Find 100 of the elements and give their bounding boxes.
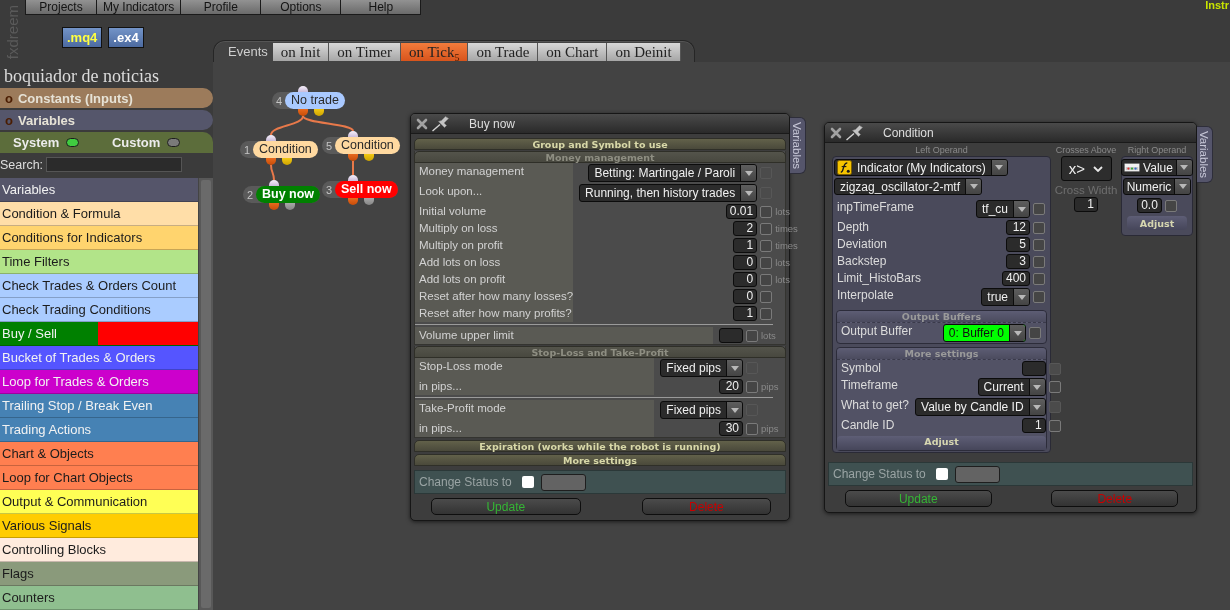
number-field[interactable]: 0 [733, 272, 758, 287]
number-field[interactable]: 12 [1006, 220, 1030, 235]
menu-item[interactable]: Profile [181, 0, 262, 15]
category-item[interactable]: Time Filters [0, 250, 198, 274]
event-tab[interactable]: on Init [272, 42, 330, 61]
checkbox[interactable] [746, 329, 758, 342]
dropdown[interactable]: true [981, 288, 1030, 306]
dropdown[interactable]: Indicator (My Indicators) [834, 159, 1008, 176]
checkbox[interactable] [760, 256, 773, 269]
event-tab[interactable]: on Tick$_{5}$ [400, 42, 469, 61]
event-tab[interactable]: on Timer [329, 42, 401, 61]
side-tab[interactable]: Variables [1197, 126, 1213, 184]
file-type-button[interactable]: .mq4 [62, 27, 103, 48]
checkbox[interactable] [746, 380, 758, 393]
checkbox[interactable] [760, 205, 773, 218]
update-button[interactable]: Update [845, 490, 992, 507]
text-field[interactable] [541, 473, 586, 491]
event-tab[interactable]: on Deinit [607, 42, 681, 61]
number-field[interactable]: 1 [1021, 418, 1046, 433]
toggle-switch[interactable] [66, 138, 79, 147]
collapsible-panel[interactable]: o Constants (Inputs) [0, 88, 213, 108]
checkbox[interactable] [1033, 203, 1045, 215]
number-field[interactable]: 0.01 [725, 204, 758, 219]
category-item[interactable]: Various Signals [0, 514, 198, 538]
category-item[interactable]: Loop for Trades & Orders [0, 370, 198, 394]
menu-item[interactable]: Projects [25, 0, 97, 15]
checkbox[interactable] [1033, 221, 1045, 234]
logic-block[interactable]: 3 Sell now [322, 181, 398, 198]
text-field[interactable] [1021, 361, 1046, 376]
close-icon[interactable] [416, 117, 428, 130]
checkbox[interactable] [936, 468, 948, 480]
text-field[interactable] [955, 465, 1000, 483]
menu-item[interactable]: Help [341, 0, 422, 15]
menu-item[interactable]: Options [261, 0, 342, 15]
dropdown[interactable]: Value by Candle ID [915, 398, 1046, 416]
section-header[interactable]: Group and Symbol to use [414, 138, 786, 150]
category-item[interactable]: Output & Communication [0, 490, 198, 514]
dropdown[interactable]: Fixed pips [660, 359, 743, 377]
checkbox[interactable] [1048, 419, 1061, 432]
section-header[interactable]: More settings [414, 454, 786, 466]
number-field[interactable]: 20 [719, 379, 743, 394]
file-type-button[interactable]: .ex4 [108, 27, 144, 48]
number-field[interactable]: 400 [1001, 271, 1030, 286]
category-item[interactable]: Variables [0, 178, 198, 202]
close-icon[interactable] [830, 126, 842, 139]
checkbox[interactable] [760, 290, 773, 303]
category-item[interactable]: Conditions for Indicators [0, 226, 198, 250]
dropdown[interactable]: Value [1121, 159, 1193, 176]
menu-item[interactable]: My Indicators [97, 0, 182, 15]
number-field[interactable]: 3 [1006, 254, 1030, 269]
event-tab[interactable]: on Chart [538, 42, 608, 61]
category-item[interactable]: Buy / Sell [0, 322, 198, 346]
number-field[interactable]: 5 [1006, 237, 1030, 252]
adjust-button[interactable]: Adjust [1127, 216, 1187, 230]
dropdown[interactable]: Current [977, 378, 1046, 396]
number-field[interactable]: 2 [733, 221, 758, 236]
logic-block[interactable]: 1 Condition [240, 141, 318, 158]
event-tab[interactable]: on Trade [468, 42, 539, 61]
category-item[interactable]: Loop for Chart Objects [0, 466, 198, 490]
number-field[interactable]: 30 [719, 421, 743, 436]
category-item[interactable]: Check Trades & Orders Count [0, 274, 198, 298]
number-field[interactable]: 0 [733, 255, 758, 270]
category-item[interactable]: Controlling Blocks [0, 538, 198, 562]
category-item[interactable]: Flags [0, 562, 198, 586]
section-header[interactable]: Expiration (works while the robot is running) [414, 440, 786, 452]
category-item[interactable]: Trading Actions [0, 418, 198, 442]
number-field[interactable] [719, 328, 743, 343]
side-tab[interactable]: Variables [790, 117, 806, 175]
category-item[interactable]: Counters [0, 586, 198, 610]
update-button[interactable]: Update [431, 498, 581, 515]
category-item[interactable]: Trailing Stop / Break Even [0, 394, 198, 418]
dropdown[interactable]: zigzag_oscillator-2-mtf [834, 178, 983, 195]
number-field[interactable]: 0.0 [1137, 198, 1162, 213]
checkbox[interactable] [760, 222, 773, 235]
checkbox[interactable] [760, 273, 773, 286]
number-field[interactable]: 1 [733, 238, 758, 253]
checkbox[interactable] [760, 239, 773, 252]
checkbox[interactable] [1164, 199, 1177, 212]
dropdown[interactable]: tf_cu [976, 200, 1030, 218]
checkbox[interactable] [522, 476, 534, 488]
dropdown[interactable]: Fixed pips [660, 401, 743, 419]
collapsible-panel[interactable]: o Variables [0, 110, 213, 130]
logic-block[interactable]: 2 Buy now [243, 186, 321, 203]
checkbox[interactable] [760, 307, 773, 320]
logic-block[interactable]: 5 Condition [322, 137, 400, 154]
checkbox[interactable] [1033, 255, 1045, 268]
toggle-switch[interactable] [167, 138, 180, 147]
category-item[interactable]: Check Trading Conditions [0, 298, 198, 322]
number-field[interactable]: 1 [733, 306, 758, 321]
checkbox[interactable] [1033, 238, 1045, 251]
dropdown[interactable]: x> [1060, 156, 1112, 181]
checkbox[interactable] [1048, 381, 1061, 393]
checkbox[interactable] [1029, 327, 1041, 339]
search-field[interactable] [46, 157, 183, 172]
adjust-button[interactable]: Adjust [837, 436, 1046, 450]
dropdown[interactable]: Betting: Martingale / Paroli [588, 164, 758, 182]
category-item[interactable]: Condition & Formula [0, 202, 198, 226]
dropdown[interactable]: 0: Buffer 0 [942, 324, 1026, 342]
number-field[interactable]: 0 [733, 289, 758, 304]
scrollbar[interactable] [198, 178, 213, 610]
